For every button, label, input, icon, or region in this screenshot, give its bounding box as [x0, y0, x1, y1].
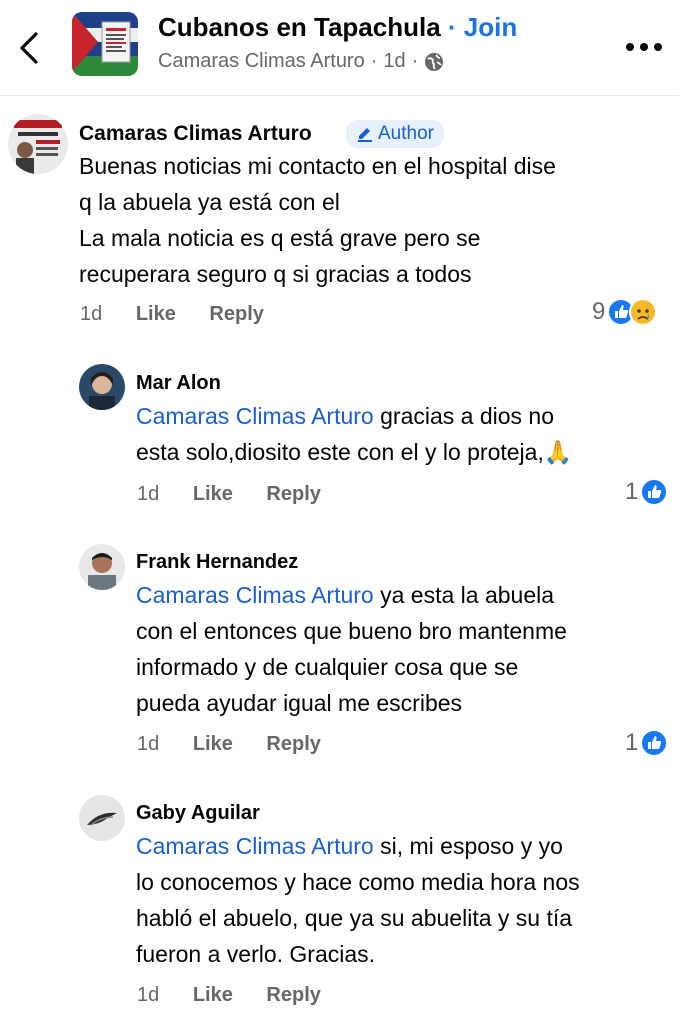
post-meta: Camaras Climas Arturo · 1d · [158, 50, 444, 73]
reply-actions: 1d Like Reply [137, 483, 321, 506]
reply-line: fueron a verlo. Gracias. [136, 941, 376, 967]
like-button[interactable]: Like [193, 984, 233, 1007]
back-arrow-icon[interactable] [14, 28, 44, 68]
like-reaction-icon [640, 478, 669, 506]
meta-separator-2: · [411, 50, 419, 72]
like-button[interactable]: Like [136, 303, 176, 326]
reply-button[interactable]: Reply [266, 483, 320, 506]
comment-line: Buenas noticias mi contacto en el hospit… [79, 153, 556, 179]
reply-author[interactable]: Mar Alon [136, 372, 221, 395]
mention-link[interactable]: Camaras Climas Arturo [136, 582, 374, 608]
reply-line: pueda ayudar igual me escribes [136, 690, 463, 716]
reply-actions: 1d Like Reply [137, 984, 321, 1007]
reaction-summary[interactable]: 1 [625, 478, 669, 506]
reaction-count: 1 [625, 478, 639, 505]
reply-line: Camaras Climas Arturo gracias a dios no [136, 398, 572, 434]
author-badge: Author [346, 120, 444, 148]
group-name[interactable]: Cubanos en Tapachula [158, 12, 441, 42]
like-button[interactable]: Like [193, 733, 233, 756]
title-separator: · [440, 12, 464, 42]
reply-button[interactable]: Reply [209, 303, 263, 326]
reply-text: Camaras Climas Arturo gracias a dios no … [136, 398, 572, 470]
avatar[interactable] [79, 544, 125, 590]
reaction-count: 9 [592, 298, 606, 325]
reply-line-text: ya esta la abuela [373, 582, 555, 608]
reply-line: esta solo,diosito este con el y lo prote… [136, 439, 573, 465]
reply-line: Camaras Climas Arturo ya esta la abuela [136, 577, 567, 613]
globe-icon [425, 52, 444, 71]
reply-text: Camaras Climas Arturo si, mi esposo y yo… [136, 828, 580, 972]
meta-separator: · [370, 50, 378, 72]
reaction-count: 1 [625, 729, 639, 756]
pencil-icon [358, 128, 372, 142]
post-time[interactable]: 1d [383, 50, 405, 73]
post-header: Cubanos en Tapachula · Join Camaras Clim… [0, 0, 679, 96]
reply-line-text: si, mi esposo y yo [373, 833, 563, 859]
reply-text: Camaras Climas Arturo ya esta la abuela … [136, 577, 567, 721]
reply-time[interactable]: 1d [137, 984, 159, 1007]
reply-button[interactable]: Reply [266, 733, 320, 756]
more-options-icon[interactable] [622, 34, 666, 60]
author-badge-label: Author [378, 123, 434, 144]
comment-line: La mala noticia es q está grave pero se [79, 225, 481, 251]
comment-text: Buenas noticias mi contacto en el hospit… [79, 148, 556, 292]
group-title-line: Cubanos en Tapachula · Join [158, 12, 517, 43]
mention-link[interactable]: Camaras Climas Arturo [136, 403, 374, 429]
avatar[interactable] [79, 795, 125, 841]
reply-line: lo conocemos y hace como media hora nos [136, 869, 580, 895]
reply-time[interactable]: 1d [137, 483, 159, 506]
avatar[interactable] [79, 364, 125, 410]
comment-time[interactable]: 1d [80, 303, 102, 326]
reply-line: informado y de cualquier cosa que se [136, 654, 519, 680]
reply-line: Camaras Climas Arturo si, mi esposo y yo [136, 828, 580, 864]
avatar[interactable] [8, 114, 68, 174]
reply-line-text: gracias a dios no [373, 403, 555, 429]
reply-author[interactable]: Gaby Aguilar [136, 802, 260, 825]
post-author[interactable]: Camaras Climas Arturo [158, 50, 365, 73]
join-button[interactable]: Join [464, 12, 517, 42]
reply-line: habló el abuelo, que ya su abuelita y su… [136, 905, 573, 931]
reaction-summary[interactable]: 1 [625, 729, 669, 757]
reply-actions: 1d Like Reply [137, 733, 321, 756]
mention-link[interactable]: Camaras Climas Arturo [136, 833, 374, 859]
comment-line: recuperara seguro q si gracias a todos [79, 261, 472, 287]
reply-line: con el entonces que bueno bro mantenme [136, 618, 567, 644]
comment-author[interactable]: Camaras Climas Arturo [79, 122, 312, 146]
reply-button[interactable]: Reply [266, 984, 320, 1007]
sad-reaction-icon [629, 298, 658, 326]
comment-line: q la abuela ya está con el [79, 189, 340, 215]
like-button[interactable]: Like [193, 483, 233, 506]
reply-time[interactable]: 1d [137, 733, 159, 756]
comment-actions: 1d Like Reply [80, 303, 264, 326]
group-thumbnail[interactable] [72, 12, 138, 76]
reaction-summary[interactable]: 9 [592, 298, 658, 326]
reply-author[interactable]: Frank Hernandez [136, 551, 298, 574]
like-reaction-icon [640, 729, 669, 757]
